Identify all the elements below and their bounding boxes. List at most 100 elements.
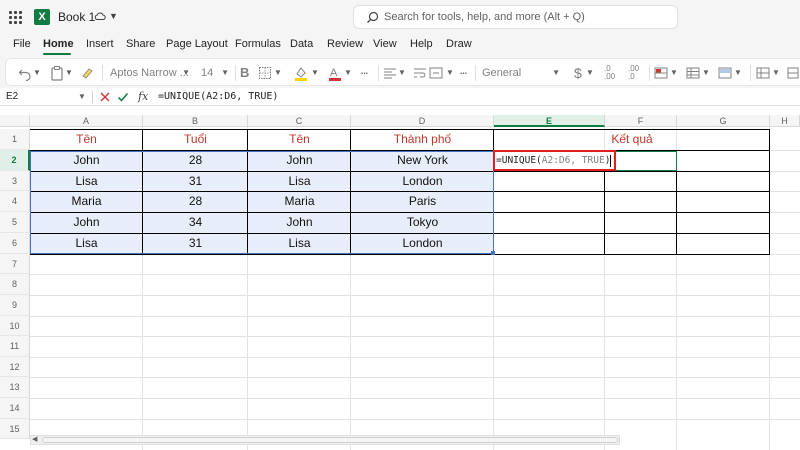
tab-data[interactable]: Data [290,38,313,50]
delete-cells-icon[interactable] [787,65,799,81]
tab-formulas[interactable]: Formulas [235,38,281,50]
cell-b6[interactable]: 31 [143,233,248,254]
column-header-f[interactable]: F [605,115,677,127]
undo-chevron-icon[interactable]: ▼ [33,65,41,81]
tab-home[interactable]: Home [43,38,74,50]
table-chevron-icon[interactable]: ▼ [702,65,710,81]
cell-b5[interactable]: 34 [143,212,248,233]
row-header-7[interactable]: 7 [0,254,30,274]
cell-d4[interactable]: Paris [351,191,494,212]
cell-c2[interactable]: John [248,150,351,171]
cell-b4[interactable]: 28 [143,191,248,212]
name-box[interactable]: E2 [2,89,87,105]
tab-view[interactable]: View [373,38,397,50]
cell-c3[interactable]: Lisa [248,171,351,191]
insert-function-icon[interactable]: fx [138,89,148,105]
borders-icon[interactable] [258,65,272,81]
cell-a4[interactable]: Maria [30,191,143,212]
row-header-14[interactable]: 14 [0,398,30,419]
scrollbar-thumb[interactable] [42,437,618,443]
column-header-d[interactable]: D [351,115,494,127]
cell-d1[interactable]: Thành phố [351,129,494,150]
column-header-c[interactable]: C [248,115,351,127]
format-painter-icon[interactable] [81,65,95,81]
column-header-b[interactable]: B [143,115,248,127]
tab-file[interactable]: File [13,38,31,50]
tab-page-layout[interactable]: Page Layout [166,38,228,50]
row-header-2[interactable]: 2 [0,150,30,171]
cell-styles-icon[interactable] [718,65,732,81]
cell-c4[interactable]: Maria [248,191,351,212]
align-chevron-icon[interactable]: ▼ [398,65,406,81]
fill-color-chevron-icon[interactable]: ▼ [311,65,319,81]
tab-insert[interactable]: Insert [86,38,114,50]
paste-icon[interactable] [50,65,64,81]
row-header-3[interactable]: 3 [0,171,30,191]
cell-a6[interactable]: Lisa [30,233,143,254]
font-color-chevron-icon[interactable]: ▼ [344,65,352,81]
row-header-1[interactable]: 1 [0,129,30,150]
enter-check-icon[interactable] [117,91,129,103]
number-format-dropdown[interactable]: General ▼ [478,63,564,83]
row-header-11[interactable]: 11 [0,336,30,357]
row-header-8[interactable]: 8 [0,274,30,295]
wrap-text-icon[interactable] [413,65,427,81]
currency-icon[interactable]: $ [574,65,582,81]
cell-b2[interactable]: 28 [143,150,248,171]
workbook-title[interactable]: Book 1 [58,10,95,24]
cell-a3[interactable]: Lisa [30,171,143,191]
bold-button[interactable]: B [240,65,249,81]
scroll-left-icon[interactable]: ◀ [32,435,37,445]
row-header-5[interactable]: 5 [0,212,30,233]
tab-help[interactable]: Help [410,38,433,50]
cell-a5[interactable]: John [30,212,143,233]
cell-c6[interactable]: Lisa [248,233,351,254]
decrease-decimal-icon[interactable]: .00.0 [628,65,639,81]
chevron-down-icon[interactable]: ▼ [109,11,118,21]
merge-icon[interactable] [429,65,443,81]
insert-cells-icon[interactable] [756,65,770,81]
cf-chevron-icon[interactable]: ▼ [670,65,678,81]
align-left-icon[interactable] [383,65,397,81]
row-header-13[interactable]: 13 [0,377,30,398]
row-header-4[interactable]: 4 [0,191,30,212]
tab-draw[interactable]: Draw [446,38,472,50]
paste-chevron-icon[interactable]: ▼ [65,65,73,81]
font-size-dropdown[interactable]: 14 ▼ [197,63,233,83]
more-options-icon[interactable]: ··· [360,65,369,81]
cell-b1[interactable]: Tuổi [143,129,248,150]
cell-d3[interactable]: London [351,171,494,191]
fill-color-icon[interactable] [293,65,309,81]
more-options-icon[interactable]: ··· [459,65,468,81]
font-color-icon[interactable]: A [328,65,342,81]
row-header-12[interactable]: 12 [0,357,30,377]
tab-review[interactable]: Review [327,38,363,50]
column-header-h[interactable]: H [770,115,800,127]
cell-d5[interactable]: Tokyo [351,212,494,233]
cell-c1[interactable]: Tên [248,129,351,150]
formula-input[interactable]: =UNIQUE(A2:D6, TRUE) [158,89,278,105]
undo-icon[interactable] [18,65,32,81]
row-header-9[interactable]: 9 [0,295,30,316]
cancel-icon[interactable] [99,91,111,103]
cell-d2[interactable]: New York [351,150,494,171]
column-header-e[interactable]: E [494,115,605,127]
search-input[interactable]: Search for tools, help, and more (Alt + … [384,11,585,23]
search-box[interactable]: Search for tools, help, and more (Alt + … [353,5,678,29]
cell-a1[interactable]: Tên [30,129,143,150]
merge-chevron-icon[interactable]: ▼ [446,65,454,81]
cell-e2-editor[interactable]: =UNIQUE(A2:D6, TRUE) [493,150,616,171]
increase-decimal-icon[interactable]: .0.00 [604,65,615,81]
cell-b3[interactable]: 31 [143,171,248,191]
cell-c5[interactable]: John [248,212,351,233]
row-header-6[interactable]: 6 [0,233,30,254]
app-launcher-icon[interactable] [9,11,22,24]
chevron-down-icon[interactable]: ▼ [78,89,86,105]
insert-chevron-icon[interactable]: ▼ [772,65,780,81]
cell-a2[interactable]: John [30,150,143,171]
column-header-a[interactable]: A [30,115,143,127]
cell-d6[interactable]: London [351,233,494,254]
tab-share[interactable]: Share [126,38,155,50]
borders-chevron-icon[interactable]: ▼ [274,65,282,81]
format-as-table-icon[interactable] [686,65,700,81]
